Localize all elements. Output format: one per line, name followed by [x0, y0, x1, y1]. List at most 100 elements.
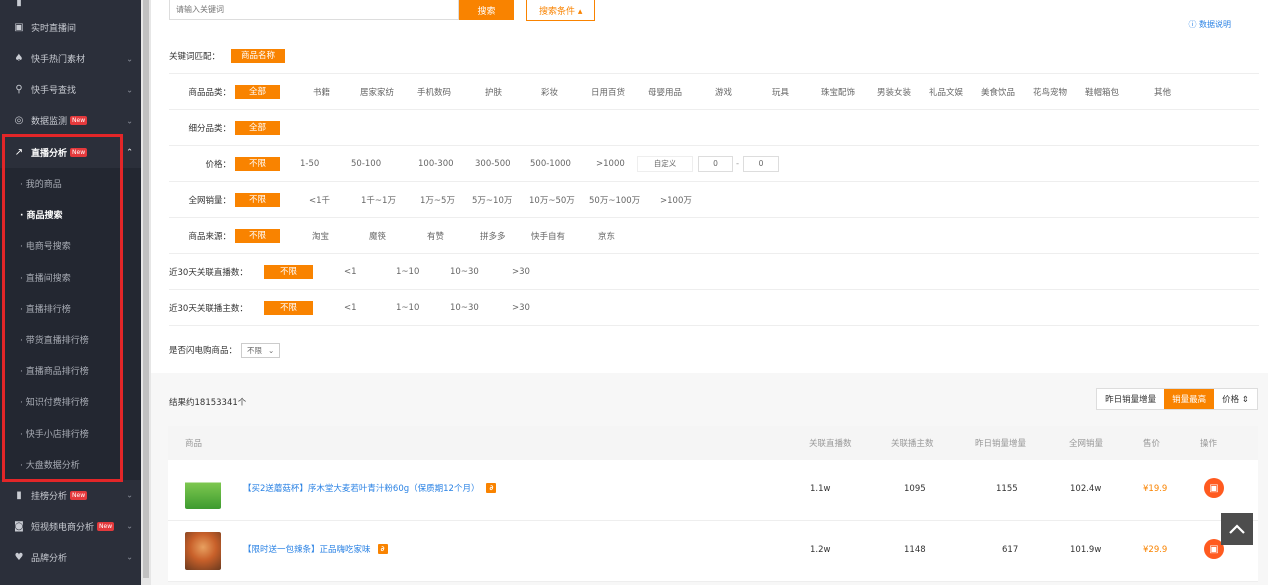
- filter-option[interactable]: 书籍: [313, 86, 330, 98]
- filter-chip-active[interactable]: 不限: [264, 264, 314, 279]
- back-to-top-button[interactable]: [1221, 513, 1253, 545]
- data-help-link[interactable]: ⓘ 数据说明: [1188, 19, 1231, 30]
- filter-option[interactable]: 1千~1万: [361, 194, 396, 206]
- sidebar-item-list-analysis[interactable]: ▮ 挂榜分析 New ⌄: [0, 480, 141, 511]
- filter-option[interactable]: 母婴用品: [648, 86, 682, 98]
- sidebar-item-label: 挂榜分析: [31, 491, 68, 502]
- filter-option[interactable]: 手机数码: [417, 86, 451, 98]
- filter-chip-active[interactable]: 不限: [235, 228, 281, 243]
- submenu-item-kuaishou-shop-ranking[interactable]: · 快手小店排行榜: [0, 418, 141, 449]
- price-min-input[interactable]: 0: [698, 155, 733, 172]
- filter-option[interactable]: 1~10: [396, 303, 419, 313]
- flash-purchase-select[interactable]: 不限 ⌄: [241, 342, 281, 358]
- submenu-item-live-ranking[interactable]: · 直播排行榜: [0, 293, 141, 324]
- filter-option[interactable]: 5万~10万: [472, 194, 512, 206]
- filter-option[interactable]: 魔筷: [369, 230, 386, 242]
- filter-row-flash-purchase: 是否闪电购商品： 不限 ⌄: [169, 332, 1259, 368]
- sidebar-item-hot-materials[interactable]: ♠ 快手热门素材 ⌄: [0, 43, 141, 74]
- sidebar-item-brand-analysis[interactable]: ♥ 品牌分析 ⌄: [0, 542, 141, 573]
- filter-option[interactable]: 1~10: [396, 267, 419, 277]
- shopping-bag-icon[interactable]: ▣: [1204, 478, 1224, 498]
- submenu-item-product-search[interactable]: · 商品搜索: [0, 199, 141, 230]
- sidebar-item-short-video-ecom[interactable]: ◙ 短视频电商分析 New ⌄: [0, 511, 141, 542]
- filter-label: 商品品类：: [188, 87, 231, 98]
- search-bar: 搜索 搜索条件 ▴: [169, 0, 596, 21]
- filter-option[interactable]: 花鸟宠物: [1033, 86, 1067, 98]
- scrollbar-thumb[interactable]: [143, 0, 149, 578]
- filter-option[interactable]: 10万~50万: [529, 194, 575, 206]
- sidebar-item-live-rooms[interactable]: ▣ 实时直播间: [0, 11, 141, 43]
- sidebar-scrollbar[interactable]: [141, 0, 151, 585]
- filter-label: 全网销量：: [188, 195, 231, 206]
- filter-option[interactable]: 美食饮品: [981, 86, 1015, 98]
- filter-option[interactable]: 1-50: [300, 159, 319, 169]
- filter-option[interactable]: 淘宝: [312, 230, 329, 242]
- filter-option[interactable]: 1万~5万: [420, 194, 455, 206]
- filter-chip-active[interactable]: 不限: [235, 156, 281, 171]
- filter-chip-active[interactable]: 不限: [235, 192, 281, 207]
- product-title: 【买2送蘑菇杯】序木堂大麦若叶青汁粉60g（保质期12个月）: [243, 484, 480, 494]
- submenu-item-my-products[interactable]: · 我的商品: [0, 168, 141, 199]
- custom-price-button[interactable]: 自定义: [637, 155, 693, 172]
- filter-option[interactable]: 珠宝配饰: [821, 86, 855, 98]
- filter-option[interactable]: 鞋帽箱包: [1085, 86, 1119, 98]
- submenu-item-live-product-ranking[interactable]: · 直播商品排行榜: [0, 355, 141, 386]
- product-title-link[interactable]: 【限时送一包辣条】正品嗨吃家味 ∂: [243, 543, 388, 555]
- product-title-link[interactable]: 【买2送蘑菇杯】序木堂大麦若叶青汁粉60g（保质期12个月） ∂: [243, 482, 497, 494]
- filter-option[interactable]: 彩妆: [541, 86, 558, 98]
- filter-option[interactable]: 京东: [598, 230, 615, 242]
- sort-yesterday-sales-button[interactable]: 昨日销量增量: [1097, 389, 1164, 409]
- column-header: 商品: [185, 439, 203, 449]
- filter-option[interactable]: >30: [512, 267, 530, 277]
- filter-option[interactable]: 50万~100万: [589, 194, 640, 206]
- filter-option[interactable]: <1千: [309, 194, 330, 206]
- filter-chip-active[interactable]: 商品名称: [231, 48, 286, 63]
- sidebar-item-account-search[interactable]: ⚲ 快手号查找 ⌄: [0, 74, 141, 105]
- search-input[interactable]: [169, 0, 459, 20]
- filter-option[interactable]: 300-500: [475, 159, 511, 169]
- product-image[interactable]: [185, 471, 221, 509]
- sort-price-button[interactable]: 价格 ⇕: [1214, 389, 1257, 409]
- sidebar-item-live-analysis[interactable]: ↗ 直播分析 New ⌃: [0, 136, 141, 168]
- filter-option[interactable]: 护肤: [485, 86, 502, 98]
- trend-icon: ↗: [14, 146, 24, 158]
- product-image[interactable]: [185, 532, 221, 570]
- search-button[interactable]: 搜索: [459, 0, 514, 20]
- filter-option[interactable]: 50-100: [351, 159, 381, 169]
- table-row[interactable]: 【买2送蘑菇杯】序木堂大麦若叶青汁粉60g（保质期12个月） ∂ 1.1w 10…: [168, 460, 1258, 521]
- submenu-item-market-analysis[interactable]: · 大盘数据分析: [0, 449, 141, 480]
- filter-option[interactable]: 居家家纺: [360, 86, 394, 98]
- filter-option[interactable]: >1000: [596, 159, 625, 169]
- price-max-input[interactable]: 0: [743, 155, 779, 172]
- search-conditions-button[interactable]: 搜索条件 ▴: [526, 0, 596, 21]
- filter-option[interactable]: 礼品文娱: [929, 86, 963, 98]
- filter-option[interactable]: 日用百货: [591, 86, 625, 98]
- submenu-item-selling-live-ranking[interactable]: · 带货直播排行榜: [0, 324, 141, 355]
- sidebar-item-data-monitor[interactable]: ◎ 数据监测 New ⌄: [0, 105, 141, 136]
- filter-option[interactable]: 快手自有: [531, 230, 565, 242]
- sidebar-item-partial[interactable]: ▮: [0, 0, 141, 11]
- filter-option[interactable]: 玩具: [772, 86, 789, 98]
- sort-top-sales-button[interactable]: 销量最高: [1164, 389, 1215, 409]
- filter-chip-active[interactable]: 不限: [264, 300, 314, 315]
- filter-label: 近30天关联播主数：: [169, 303, 248, 314]
- filter-option[interactable]: 10~30: [450, 267, 479, 277]
- filter-option[interactable]: >100万: [660, 194, 692, 206]
- filter-option[interactable]: <1: [344, 267, 357, 277]
- filter-option[interactable]: 其他: [1154, 86, 1171, 98]
- filter-option[interactable]: 游戏: [715, 86, 732, 98]
- filter-chip-active[interactable]: 全部: [235, 120, 281, 135]
- submenu-item-ecom-account-search[interactable]: · 电商号搜索: [0, 230, 141, 261]
- submenu-item-live-room-search[interactable]: · 直播间搜索: [0, 262, 141, 293]
- submenu-item-paid-knowledge-ranking[interactable]: · 知识付费排行榜: [0, 386, 141, 417]
- filter-option[interactable]: 100-300: [418, 159, 454, 169]
- table-row[interactable]: 【限时送一包辣条】正品嗨吃家味 ∂ 1.2w 1148 617 101.9w ¥…: [168, 521, 1258, 582]
- filter-option[interactable]: >30: [512, 303, 530, 313]
- filter-option[interactable]: 500-1000: [530, 159, 571, 169]
- filter-option[interactable]: 拼多多: [480, 230, 506, 242]
- filter-option[interactable]: 10~30: [450, 303, 479, 313]
- filter-option[interactable]: 有赞: [427, 230, 444, 242]
- filter-option[interactable]: <1: [344, 303, 357, 313]
- filter-chip-active[interactable]: 全部: [235, 84, 281, 99]
- filter-option[interactable]: 男装女装: [877, 86, 911, 98]
